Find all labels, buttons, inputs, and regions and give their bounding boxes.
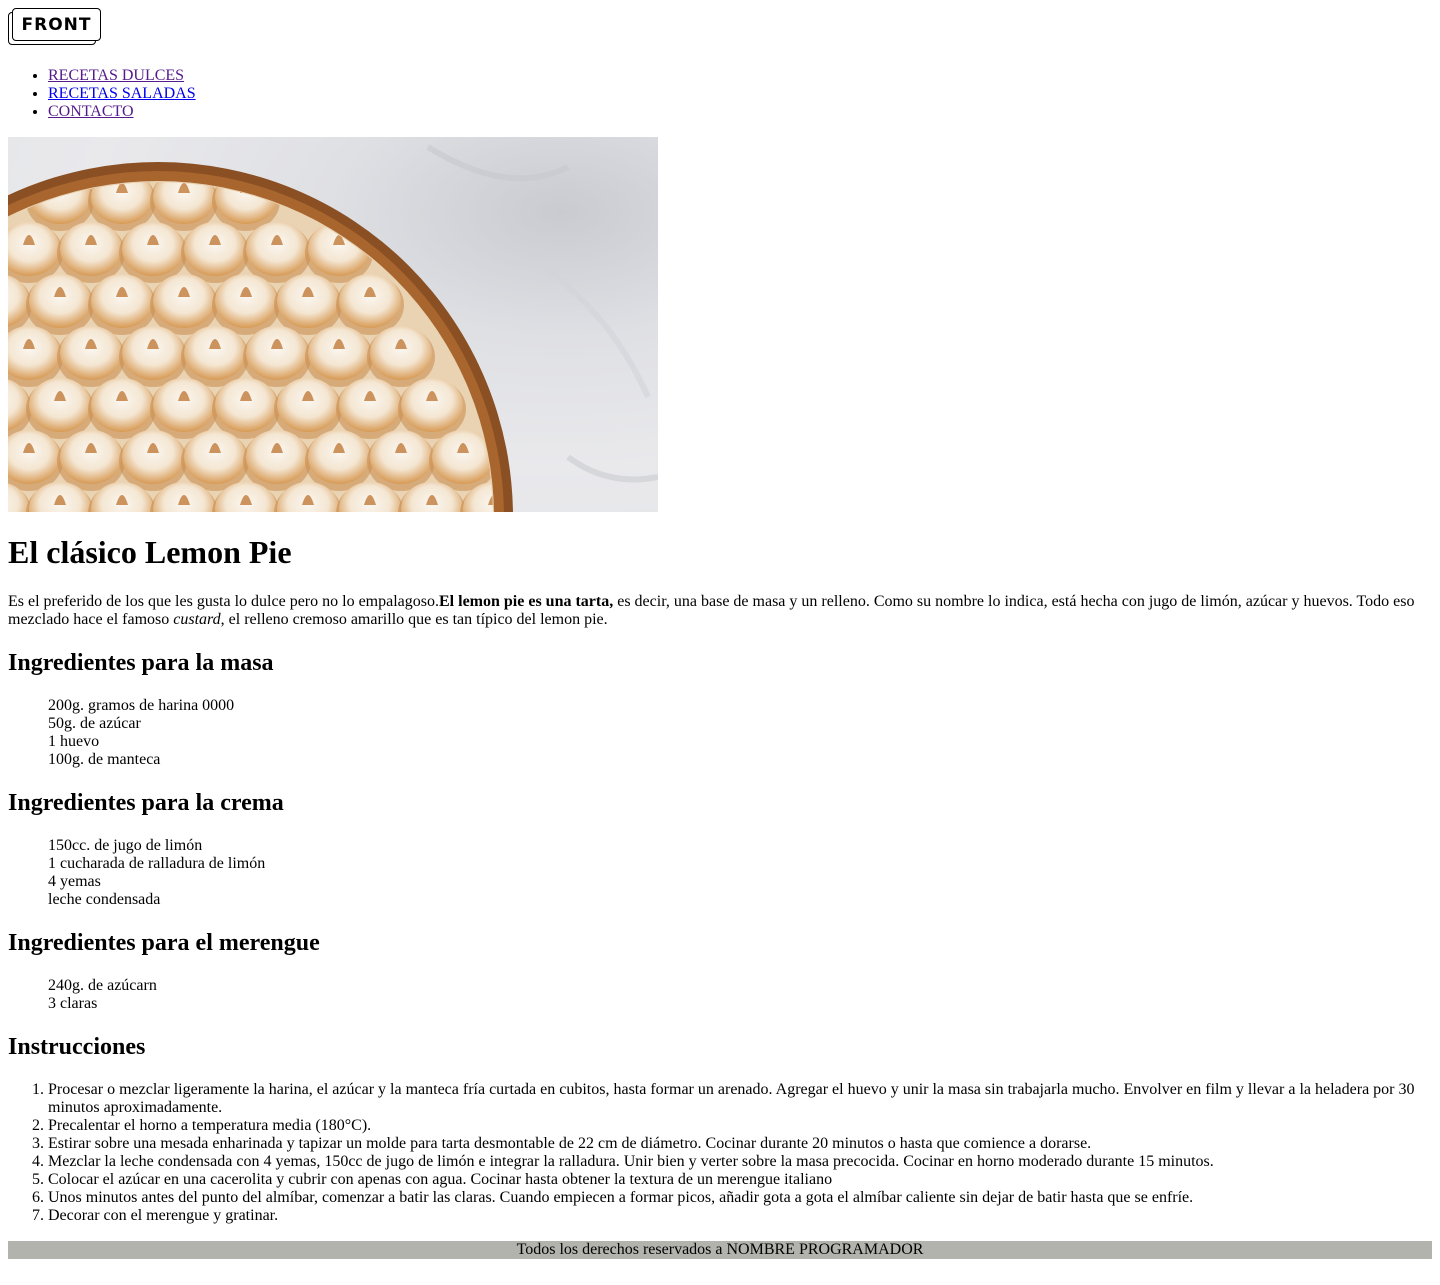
recipe-intro: Es el preferido de los que les gusta lo … bbox=[8, 593, 1432, 629]
instruction-step: Estirar sobre una mesada enharinada y ta… bbox=[48, 1135, 1432, 1153]
site-header: FRONT RECETAS DULCES RECETAS SALADAS CON… bbox=[8, 8, 1432, 121]
ingredient-item: 4 yemas bbox=[48, 873, 101, 890]
ingredient-item: 100g. de manteca bbox=[48, 751, 161, 768]
nav-list: RECETAS DULCES RECETAS SALADAS CONTACTO bbox=[8, 67, 1432, 121]
footer-copyright: Todos los derechos reservados a NOMBRE P… bbox=[516, 1241, 924, 1258]
heading-ingredientes-crema: Ingredientes para la crema bbox=[8, 790, 284, 816]
main-nav: RECETAS DULCES RECETAS SALADAS CONTACTO bbox=[8, 67, 1432, 121]
nav-item-contacto: CONTACTO bbox=[48, 103, 1432, 121]
intro-text-bold: El lemon pie es una tarta, bbox=[439, 593, 614, 610]
nav-link-recetas-dulces[interactable]: RECETAS DULCES bbox=[48, 67, 184, 84]
logo-link[interactable]: FRONT bbox=[8, 8, 1432, 46]
instruction-step: Mezclar la leche condensada con 4 yemas,… bbox=[48, 1153, 1432, 1171]
ingredient-list-masa: 200g. gramos de harina 0000 50g. de azúc… bbox=[8, 697, 1432, 769]
logo-text: FRONT bbox=[12, 8, 101, 41]
ingredient-list-merengue: 240g. de azúcarn 3 claras bbox=[8, 977, 1432, 1013]
intro-text-start: Es el preferido de los que les gusta lo … bbox=[8, 593, 439, 610]
instruction-step: Decorar con el merengue y gratinar. bbox=[48, 1207, 1432, 1225]
nav-item-recetas-saladas: RECETAS SALADAS bbox=[48, 85, 1432, 103]
logo: FRONT bbox=[8, 8, 101, 46]
ingredient-item: 240g. de azúcarn bbox=[48, 977, 157, 994]
ingredient-item: 50g. de azúcar bbox=[48, 715, 141, 732]
ingredient-item: 3 claras bbox=[48, 995, 98, 1012]
ingredient-item: 1 huevo bbox=[48, 733, 100, 750]
intro-text-emphasis: custard bbox=[173, 611, 221, 628]
nav-item-recetas-dulces: RECETAS DULCES bbox=[48, 67, 1432, 85]
lemon-pie-illustration bbox=[8, 144, 658, 512]
nav-link-recetas-saladas[interactable]: RECETAS SALADAS bbox=[48, 85, 196, 102]
instruction-steps: Procesar o mezclar ligeramente la harina… bbox=[8, 1081, 1432, 1225]
heading-instrucciones: Instrucciones bbox=[8, 1034, 146, 1060]
ingredient-item: 200g. gramos de harina 0000 bbox=[48, 697, 235, 714]
ingredient-item: leche condensada bbox=[48, 891, 161, 908]
instruction-step: Unos minutos antes del punto del almíbar… bbox=[48, 1189, 1432, 1207]
ingredient-item: 1 cucharada de ralladura de limón bbox=[48, 855, 266, 872]
recipe-main: El clásico Lemon Pie Es el preferido de … bbox=[8, 137, 1432, 1225]
site-footer: Todos los derechos reservados a NOMBRE P… bbox=[8, 1241, 1432, 1259]
heading-ingredientes-merengue: Ingredientes para el merengue bbox=[8, 930, 320, 956]
heading-ingredientes-masa: Ingredientes para la masa bbox=[8, 650, 274, 676]
recipe-title: El clásico Lemon Pie bbox=[8, 534, 292, 570]
instruction-step: Colocar el azúcar en una cacerolita y cu… bbox=[48, 1171, 1432, 1189]
hero-image-lemon-pie bbox=[8, 137, 658, 512]
nav-link-contacto[interactable]: CONTACTO bbox=[48, 103, 134, 120]
instruction-step: Procesar o mezclar ligeramente la harina… bbox=[48, 1081, 1432, 1117]
ingredient-item: 150cc. de jugo de limón bbox=[48, 837, 203, 854]
instruction-step: Precalentar el horno a temperatura media… bbox=[48, 1117, 1432, 1135]
ingredient-list-crema: 150cc. de jugo de limón 1 cucharada de r… bbox=[8, 837, 1432, 909]
intro-text-end: , el relleno cremoso amarillo que es tan… bbox=[220, 611, 608, 628]
